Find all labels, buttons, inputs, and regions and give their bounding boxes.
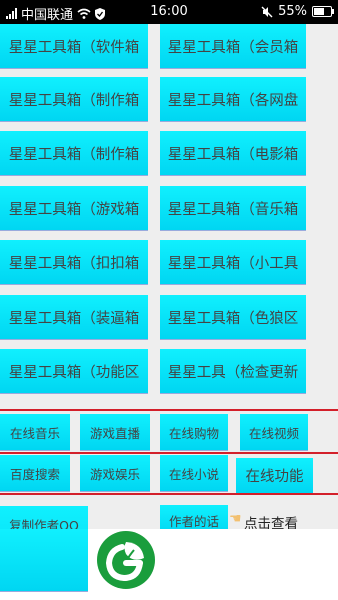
tile-label: 星星工具箱（扣扣箱 [8,255,140,272]
battery-percent: 55% [278,4,307,19]
pointing-hand-icon: ☚ [229,511,242,527]
divider-middle [0,452,338,454]
game-live-button[interactable]: 游戏直播 [80,414,150,451]
tile-label: 星星工具箱（会员箱 [167,39,299,56]
toolbox-tools-button[interactable]: 星星工具箱（小工具 [160,240,306,285]
toolbox-software-button[interactable]: 星星工具箱（软件箱 [0,24,148,69]
tile-label: 游戏直播 [89,425,140,441]
toolbox-wolf-button[interactable]: 星星工具箱（色狼区 [160,295,306,340]
game-entertainment-button[interactable]: 游戏娱乐 [80,455,150,492]
tile-label: 作者的话 [168,514,219,529]
leaf-g-logo [97,531,155,589]
check-update-button[interactable]: 星星工具（检查更新 [160,349,306,394]
online-function-button[interactable]: 在线功能 [236,458,313,494]
battery-icon [312,6,334,17]
toolbox-music-button[interactable]: 星星工具箱（音乐箱 [160,186,306,231]
divider-top [0,409,338,411]
toolbox-make-button[interactable]: 星星工具箱（制作箱 [0,77,148,122]
toolbox-make2-button[interactable]: 星星工具箱（制作箱 [0,131,148,176]
toolbox-qq-button[interactable]: 星星工具箱（扣扣箱 [0,240,148,285]
status-right: 55% [261,4,334,19]
tile-label: 星星工具箱（游戏箱 [8,201,140,218]
online-novel-button[interactable]: 在线小说 [160,455,228,492]
tile-label: 在线视频 [248,425,299,441]
status-bar: 中国联通 16:00 55% [0,0,338,24]
battery-level [314,8,324,15]
tile-label: 星星工具（检查更新 [167,364,299,381]
tile-label: 星星工具箱（小工具 [167,255,299,272]
copy-author-qq-panel[interactable] [0,529,88,592]
tile-label: 星星工具箱（各网盘 [167,92,299,109]
online-shopping-button[interactable]: 在线购物 [160,414,228,451]
tile-label: 星星工具箱（功能区 [8,364,140,381]
tile-label: 星星工具箱（电影箱 [167,146,299,163]
tile-label: 星星工具箱（装逼箱 [8,310,140,327]
mute-icon [261,6,273,17]
tile-label: 星星工具箱（色狼区 [167,310,299,327]
toolbox-vip-button[interactable]: 星星工具箱（会员箱 [160,24,306,69]
baidu-search-button[interactable]: 百度搜索 [0,455,70,492]
tile-label: 星星工具箱（音乐箱 [167,201,299,218]
toolbox-function-button[interactable]: 星星工具箱（功能区 [0,349,148,394]
tile-label: 在线小说 [168,466,219,482]
toolbox-netdisk-button[interactable]: 星星工具箱（各网盘 [160,77,306,122]
tile-label: 星星工具箱（制作箱 [8,146,140,163]
tile-label: 在线购物 [168,425,219,441]
tile-label: 星星工具箱（制作箱 [8,92,140,109]
tile-label: 在线功能 [245,469,304,485]
toolbox-show-off-button[interactable]: 星星工具箱（装逼箱 [0,295,148,340]
toolbox-game-button[interactable]: 星星工具箱（游戏箱 [0,186,148,231]
online-music-button[interactable]: 在线音乐 [0,414,70,451]
divider-bottom [0,493,338,495]
tile-label: 百度搜索 [9,466,60,482]
tile-label: 在线音乐 [9,425,60,441]
tile-label: 游戏娱乐 [89,466,140,482]
tile-label: 星星工具箱（软件箱 [8,39,140,56]
toolbox-movie-button[interactable]: 星星工具箱（电影箱 [160,131,306,176]
online-video-button[interactable]: 在线视频 [240,414,308,451]
